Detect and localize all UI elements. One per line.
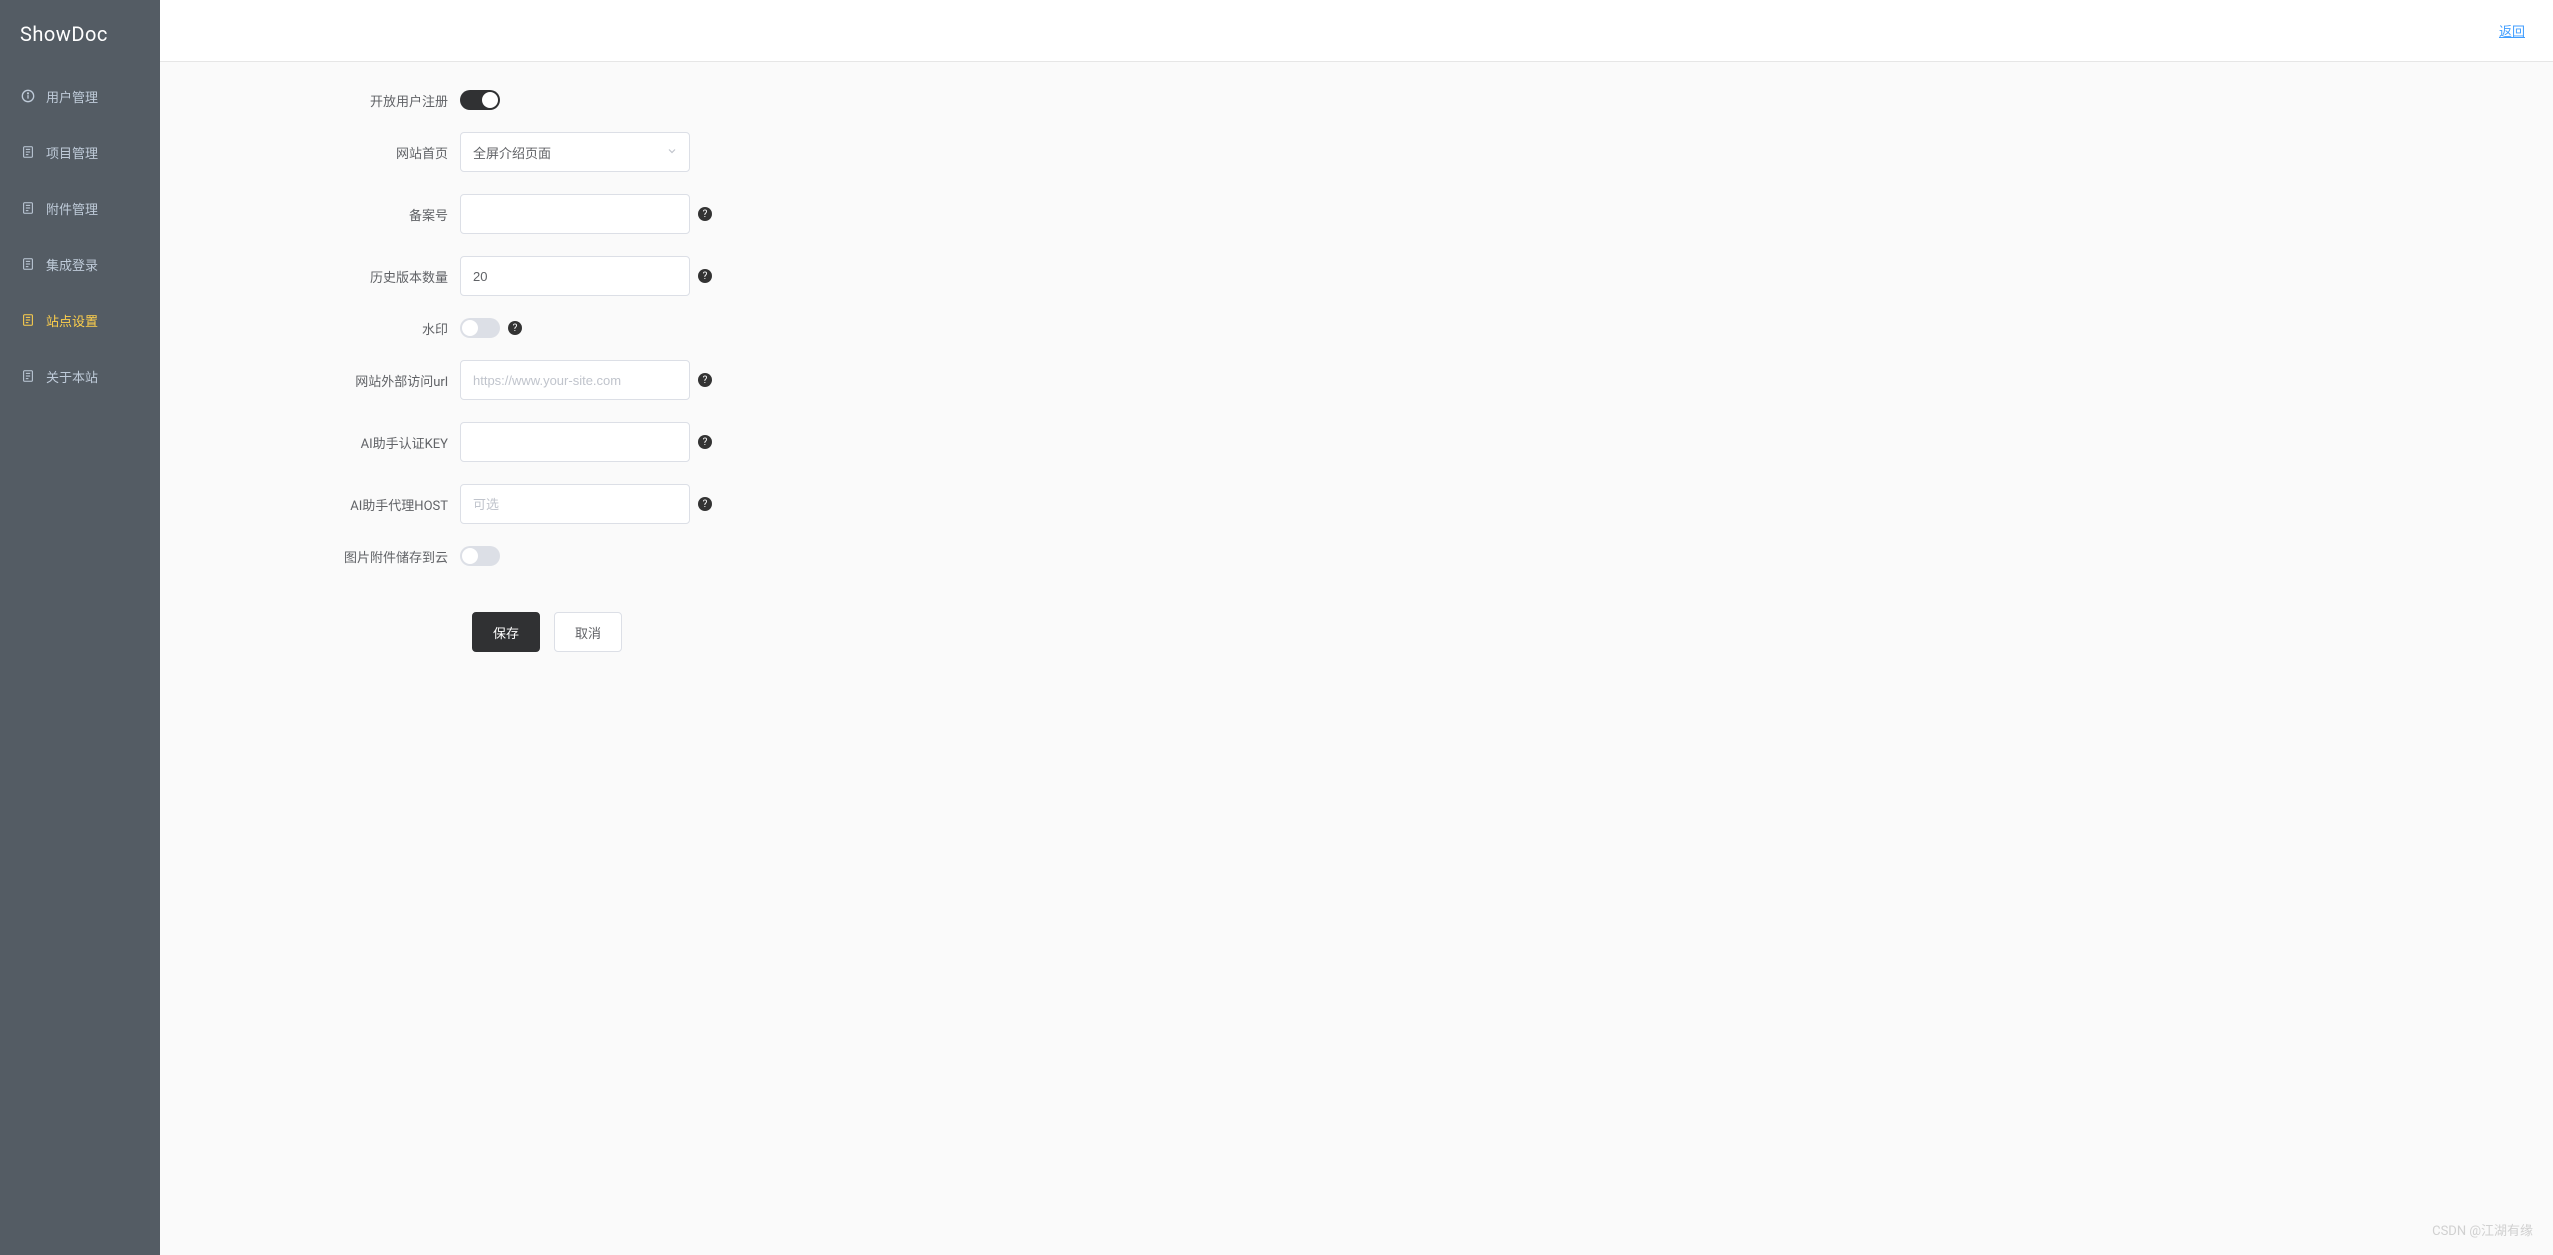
- sidebar-item-label: 附件管理: [46, 199, 98, 218]
- button-row: 保存 取消: [200, 612, 760, 652]
- help-icon[interactable]: ?: [698, 435, 712, 449]
- app-title: ShowDoc: [0, 0, 160, 68]
- select-value: 全屏介绍页面: [473, 143, 551, 162]
- header: 返回: [160, 0, 2553, 62]
- form-row-ai-key: AI助手认证KEY ?: [200, 422, 760, 462]
- site-settings-form: 开放用户注册 网站首页 全屏介绍页面: [200, 90, 760, 652]
- sidebar-item-integration[interactable]: 集成登录: [0, 236, 160, 292]
- help-icon[interactable]: ?: [698, 269, 712, 283]
- input-ai-host[interactable]: [460, 484, 690, 524]
- document-icon: [20, 144, 36, 160]
- sidebar-menu: 用户管理 项目管理 附件管理 集成登录: [0, 68, 160, 404]
- sidebar-item-label: 站点设置: [46, 311, 98, 330]
- sidebar-item-label: 关于本站: [46, 367, 98, 386]
- sidebar: ShowDoc 用户管理 项目管理 附件管理: [0, 0, 160, 1255]
- document-icon: [20, 368, 36, 384]
- form-row-beian: 备案号 ?: [200, 194, 760, 234]
- save-button[interactable]: 保存: [472, 612, 540, 652]
- form-row-external-url: 网站外部访问url ?: [200, 360, 760, 400]
- content: 开放用户注册 网站首页 全屏介绍页面: [160, 62, 2553, 680]
- cancel-button[interactable]: 取消: [554, 612, 622, 652]
- sidebar-item-label: 集成登录: [46, 255, 98, 274]
- input-ai-key[interactable]: [460, 422, 690, 462]
- form-row-watermark: 水印 ?: [200, 318, 760, 338]
- sidebar-item-label: 用户管理: [46, 87, 98, 106]
- document-icon: [20, 256, 36, 272]
- label-open-register: 开放用户注册: [200, 91, 460, 110]
- input-external-url[interactable]: [460, 360, 690, 400]
- label-ai-host: AI助手代理HOST: [200, 495, 460, 514]
- form-row-ai-host: AI助手代理HOST ?: [200, 484, 760, 524]
- label-watermark: 水印: [200, 319, 460, 338]
- sidebar-item-attachments[interactable]: 附件管理: [0, 180, 160, 236]
- sidebar-item-about[interactable]: 关于本站: [0, 348, 160, 404]
- select-homepage[interactable]: 全屏介绍页面: [460, 132, 690, 172]
- label-history-count: 历史版本数量: [200, 267, 460, 286]
- label-external-url: 网站外部访问url: [200, 371, 460, 390]
- info-icon: [20, 88, 36, 104]
- label-cloud-storage: 图片附件储存到云: [200, 547, 460, 566]
- document-icon: [20, 200, 36, 216]
- main: 返回 开放用户注册 网站首页 全屏介绍页面: [160, 0, 2553, 1255]
- sidebar-item-site-settings[interactable]: 站点设置: [0, 292, 160, 348]
- help-icon[interactable]: ?: [698, 207, 712, 221]
- form-row-cloud-storage: 图片附件储存到云: [200, 546, 760, 566]
- help-icon[interactable]: ?: [698, 373, 712, 387]
- input-beian[interactable]: [460, 194, 690, 234]
- form-row-homepage: 网站首页 全屏介绍页面: [200, 132, 760, 172]
- sidebar-item-projects[interactable]: 项目管理: [0, 124, 160, 180]
- input-history-count[interactable]: [460, 256, 690, 296]
- switch-watermark[interactable]: [460, 318, 500, 338]
- label-beian: 备案号: [200, 205, 460, 224]
- form-row-history-count: 历史版本数量 ?: [200, 256, 760, 296]
- help-icon[interactable]: ?: [698, 497, 712, 511]
- form-row-open-register: 开放用户注册: [200, 90, 760, 110]
- sidebar-item-users[interactable]: 用户管理: [0, 68, 160, 124]
- chevron-down-icon: [667, 145, 677, 159]
- back-link[interactable]: 返回: [2499, 21, 2525, 40]
- label-homepage: 网站首页: [200, 143, 460, 162]
- switch-cloud-storage[interactable]: [460, 546, 500, 566]
- document-icon: [20, 312, 36, 328]
- sidebar-item-label: 项目管理: [46, 143, 98, 162]
- help-icon[interactable]: ?: [508, 321, 522, 335]
- switch-open-register[interactable]: [460, 90, 500, 110]
- label-ai-key: AI助手认证KEY: [200, 433, 460, 452]
